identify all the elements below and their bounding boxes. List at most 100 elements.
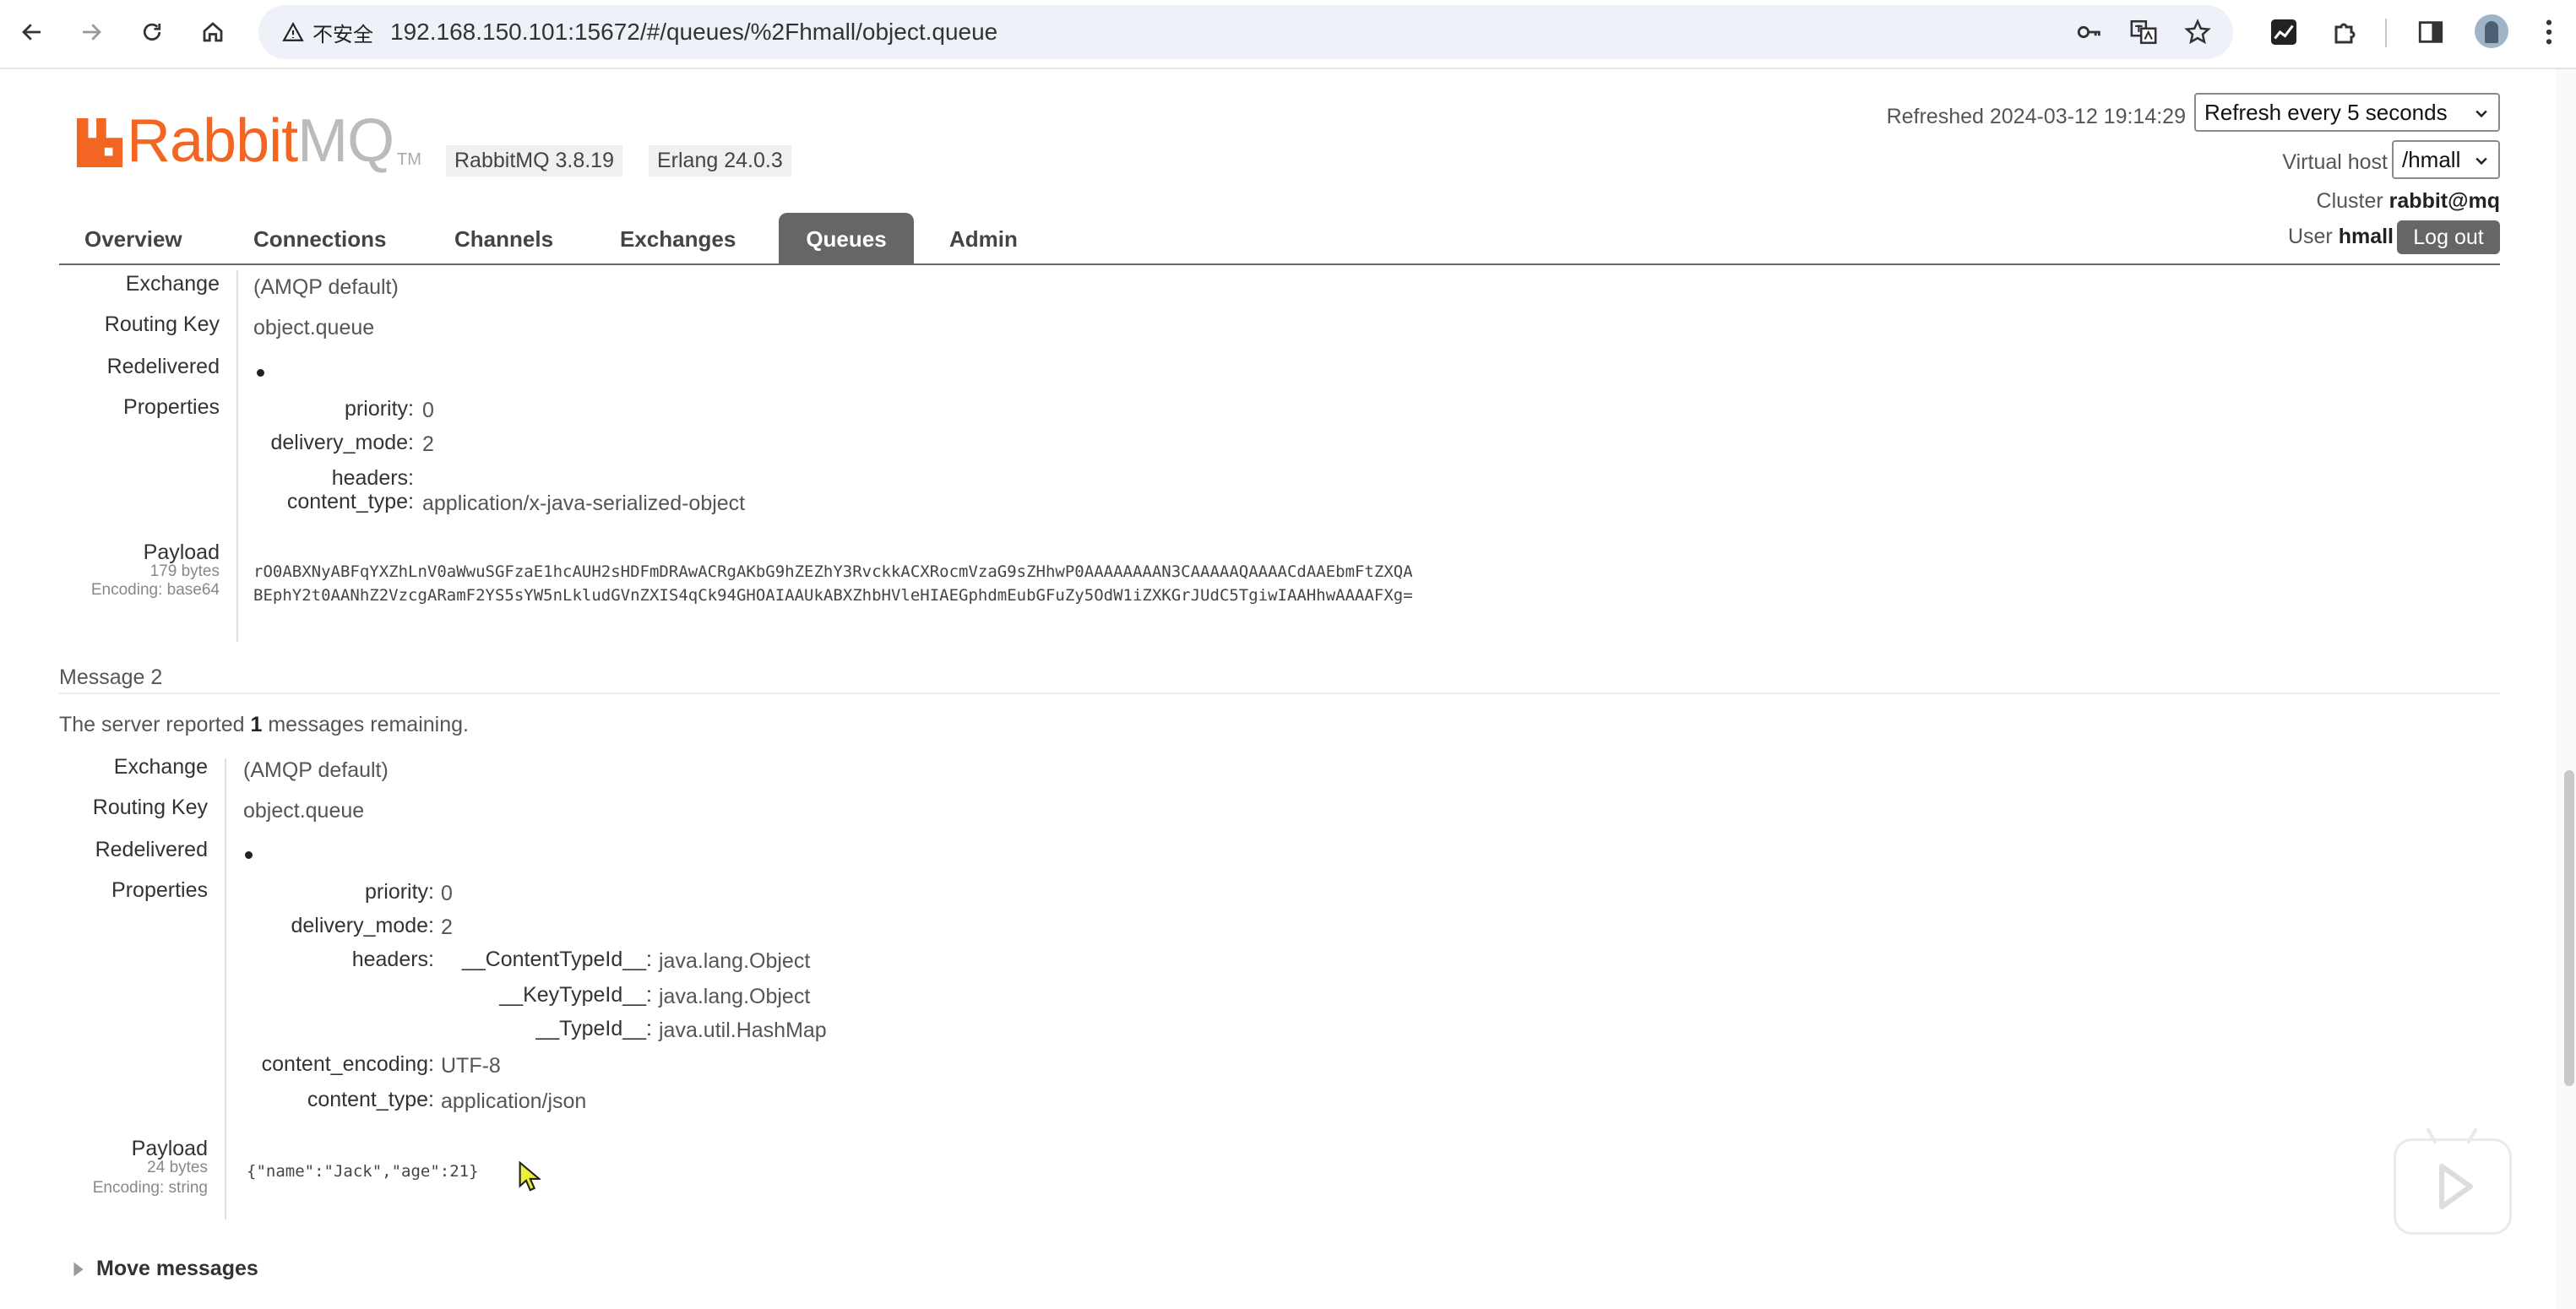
message2-redelivered-label: Redelivered — [95, 838, 208, 861]
remaining-prefix: The server reported — [59, 713, 245, 736]
message2-divider-line — [59, 693, 2500, 694]
video-overlay-play-button[interactable] — [2394, 1138, 2512, 1235]
reload-icon[interactable] — [132, 12, 172, 52]
message2-delivery-mode-key: delivery_mode: — [291, 914, 434, 937]
message2-routing-key-label: Routing Key — [92, 796, 208, 819]
logo-wordmark: RabbitMQ — [127, 106, 394, 176]
more-menu-icon[interactable] — [2532, 15, 2566, 49]
play-icon — [2439, 1164, 2473, 1209]
message2-payload-label: Payload — [131, 1137, 208, 1160]
security-label: 不安全 — [312, 23, 373, 46]
tab-connections[interactable]: Connections — [253, 213, 386, 265]
address-bar[interactable]: 不安全 192.168.150.101:15672/#/queues/%2Fhm… — [258, 5, 2233, 59]
tab-admin[interactable]: Admin — [949, 213, 1018, 265]
virtual-host-select[interactable]: /hmall — [2392, 140, 2500, 179]
triangle-right-icon — [73, 1262, 84, 1276]
message2-payload-encoding: Encoding: string — [92, 1179, 208, 1197]
message2-content-encoding-key: content_encoding: — [261, 1052, 434, 1076]
message1-headers-key: headers: — [331, 466, 414, 490]
message2-priority-value: 0 — [441, 882, 453, 905]
message2-delivery-mode-value: 2 — [441, 915, 453, 939]
extension-chart-icon[interactable] — [2267, 15, 2301, 49]
key-icon[interactable] — [2074, 17, 2105, 47]
message2-exchange-value: (AMQP default) — [243, 758, 389, 782]
refresh-interval-value: Refresh every 5 seconds — [2204, 100, 2448, 125]
refresh-interval-select[interactable]: Refresh every 5 seconds — [2194, 93, 2500, 132]
forward-arrow-icon[interactable] — [71, 12, 111, 52]
message1-payload-size: 179 bytes — [149, 562, 220, 580]
message1-redelivered-bullet — [257, 369, 264, 377]
translate-icon[interactable] — [2128, 17, 2159, 47]
mouse-cursor-icon — [519, 1161, 541, 1192]
message1-delivery-mode-value: 2 — [422, 432, 434, 456]
home-icon[interactable] — [193, 12, 233, 52]
header-content-type-id-key: __ContentTypeId__: — [461, 948, 652, 971]
toolbar-separator — [2385, 19, 2387, 47]
cluster-name: rabbit@mq — [2389, 189, 2500, 213]
virtual-host-label: Virtual host — [2282, 150, 2388, 174]
message1-routing-key-value: object.queue — [253, 316, 375, 339]
star-icon[interactable] — [2182, 17, 2213, 47]
header-content-type-id-value: java.lang.Object — [659, 949, 811, 973]
message1-routing-key-label: Routing Key — [104, 312, 220, 336]
header-type-id-value: java.util.HashMap — [659, 1018, 827, 1042]
logout-button[interactable]: Log out — [2397, 220, 2500, 254]
message2-title: Message 2 — [59, 665, 163, 689]
user-info: User hmall — [2288, 225, 2394, 249]
messages-remaining-text: The server reported 1 messages remaining… — [59, 713, 469, 737]
message1-payload-line-2[interactable]: BEphY2t0AANhZ2VzcgARamF2YS5sYW5nLkludGVn… — [253, 586, 1413, 605]
message2-payload-text[interactable]: {"name":"Jack","age":21} — [247, 1162, 479, 1181]
remaining-suffix: messages remaining. — [268, 713, 469, 736]
message1-exchange-label: Exchange — [125, 272, 220, 296]
logo-trademark: TM — [397, 150, 421, 169]
side-panel-icon[interactable] — [2414, 15, 2448, 49]
tab-exchanges[interactable]: Exchanges — [620, 213, 736, 265]
remaining-count: 1 — [250, 713, 263, 736]
page-scrollbar-thumb[interactable] — [2564, 770, 2574, 1086]
security-chip[interactable]: 不安全 — [270, 14, 385, 51]
cluster-info: Cluster rabbit@mq — [2317, 189, 2500, 214]
rabbitmq-logo-icon — [76, 118, 123, 167]
warning-icon — [282, 22, 304, 41]
browser-toolbar: 不安全 192.168.150.101:15672/#/queues/%2Fhm… — [0, 0, 2576, 66]
message2-properties-label: Properties — [111, 878, 208, 902]
move-messages-label: Move messages — [96, 1257, 258, 1280]
tab-channels[interactable]: Channels — [454, 213, 553, 265]
header-type-id-key: __TypeId__: — [535, 1017, 652, 1040]
user-label: User — [2287, 225, 2333, 248]
message1-redelivered-label: Redelivered — [106, 355, 220, 378]
message2-redelivered-bullet — [245, 851, 253, 859]
url-text[interactable]: 192.168.150.101:15672/#/queues/%2Fhmall/… — [390, 5, 997, 59]
chrome-divider — [0, 68, 2576, 69]
message2-payload-size: 24 bytes — [147, 1159, 208, 1176]
message2-headers-key: headers: — [351, 948, 434, 971]
logo-rabbit-text: Rabbit — [127, 107, 298, 175]
message1-content-type-value: application/x-java-serialized-object — [422, 492, 746, 515]
message1-payload-encoding: Encoding: base64 — [90, 581, 220, 599]
extensions-puzzle-icon[interactable] — [2329, 15, 2363, 49]
message1-priority-key: priority: — [345, 397, 414, 421]
erlang-version: Erlang 24.0.3 — [649, 145, 791, 177]
tabs-underline — [59, 263, 2500, 265]
header-key-type-id-key: __KeyTypeId__: — [499, 983, 652, 1007]
message1-payload-line-1[interactable]: rO0ABXNyABFqYXZhLnV0aWwuSGFzaE1hcAUH2sHD… — [253, 562, 1413, 581]
back-arrow-icon[interactable] — [12, 12, 52, 52]
message1-delivery-mode-key: delivery_mode: — [270, 431, 414, 454]
message2-exchange-label: Exchange — [113, 755, 208, 779]
move-messages-toggle[interactable]: Move messages — [73, 1257, 258, 1281]
tab-overview[interactable]: Overview — [84, 213, 182, 265]
rabbitmq-version: RabbitMQ 3.8.19 — [446, 145, 622, 177]
message1-divider — [236, 270, 238, 642]
tab-queues[interactable]: Queues — [779, 213, 914, 265]
message2-content-type-value: application/json — [441, 1089, 587, 1113]
message1-content-type-key: content_type: — [286, 490, 414, 513]
message1-exchange-value: (AMQP default) — [253, 275, 399, 299]
profile-avatar[interactable] — [2475, 14, 2508, 48]
user-name: hmall — [2338, 225, 2394, 248]
cluster-label: Cluster — [2316, 189, 2383, 213]
page-scrollbar-track[interactable] — [2556, 69, 2576, 1309]
message1-properties-label: Properties — [123, 395, 220, 419]
chevron-down-icon — [2475, 157, 2487, 166]
header-key-type-id-value: java.lang.Object — [659, 985, 811, 1008]
message2-routing-key-value: object.queue — [243, 799, 365, 823]
